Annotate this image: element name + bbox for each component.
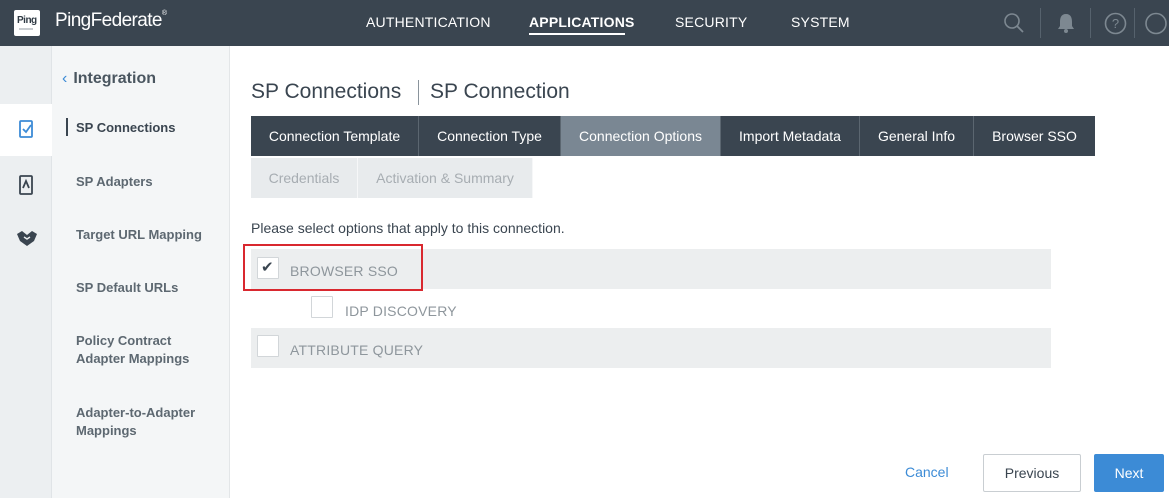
tab-browser-sso[interactable]: Browser SSO <box>974 116 1095 156</box>
nav-applications[interactable]: APPLICATIONS <box>529 14 635 30</box>
tab-connection-options[interactable]: Connection Options <box>561 116 721 156</box>
previous-button[interactable]: Previous <box>983 454 1081 492</box>
tab-import-metadata[interactable]: Import Metadata <box>721 116 860 156</box>
sidebar-item-target-url-mapping[interactable]: Target URL Mapping <box>76 226 226 244</box>
brand-mark: ® <box>161 10 167 17</box>
sidebar-active-indicator <box>66 118 68 136</box>
toolbar-divider <box>1134 8 1135 38</box>
highlight-box <box>243 244 423 291</box>
sidebar-item-sp-adapters[interactable]: SP Adapters <box>76 173 226 191</box>
sidebar-back-link[interactable]: ‹ Integration <box>62 70 156 88</box>
sidebar-item-policy-contract-adapter-mappings[interactable]: Policy Contract Adapter Mappings <box>76 332 206 368</box>
sidebar-item-adapter-to-adapter-mappings[interactable]: Adapter-to-Adapter Mappings <box>76 404 206 440</box>
nav-active-indicator <box>529 33 625 35</box>
user-icon[interactable] <box>1143 12 1169 40</box>
nav-system[interactable]: SYSTEM <box>791 14 850 30</box>
sidebar-item-sp-default-urls[interactable]: SP Default URLs <box>76 279 226 297</box>
tab-activation-summary: Activation & Summary <box>358 158 533 198</box>
tab-connection-type[interactable]: Connection Type <box>419 116 561 156</box>
breadcrumb-separator <box>418 80 419 105</box>
attribute-query-checkbox[interactable] <box>257 335 279 357</box>
sp-connection-icon[interactable] <box>16 119 36 144</box>
help-icon[interactable]: ? <box>1104 12 1127 40</box>
logo-underline <box>19 28 33 30</box>
nav-authentication[interactable]: AUTHENTICATION <box>366 14 491 30</box>
sp-adapter-icon[interactable] <box>16 174 36 201</box>
handshake-icon[interactable] <box>16 229 38 252</box>
chevron-left-icon: ‹ <box>62 70 68 87</box>
cancel-link[interactable]: Cancel <box>905 464 949 480</box>
tab-general-info[interactable]: General Info <box>860 116 974 156</box>
help-glyph: ? <box>1112 16 1119 31</box>
search-icon[interactable] <box>1003 12 1025 39</box>
sidebar-heading: Integration <box>73 70 156 87</box>
toolbar-divider <box>1040 8 1041 38</box>
idp-discovery-label[interactable]: IDP DISCOVERY <box>345 303 457 319</box>
brand-text: PingFederate <box>55 10 162 31</box>
breadcrumb-parent[interactable]: SP Connections <box>251 80 401 104</box>
nav-security[interactable]: SECURITY <box>675 14 747 30</box>
tab-connection-template[interactable]: Connection Template <box>251 116 419 156</box>
tab-credentials: Credentials <box>251 158 358 198</box>
sidebar-item-sp-connections[interactable]: SP Connections <box>76 119 226 137</box>
page-title: SP Connection <box>430 80 570 103</box>
top-bar: Ping PingFederate® AUTHENTICATION APPLIC… <box>0 0 1169 46</box>
ping-logo[interactable]: Ping <box>14 10 40 36</box>
bell-icon[interactable] <box>1056 12 1076 39</box>
idp-discovery-checkbox[interactable] <box>311 296 333 318</box>
attribute-query-label[interactable]: ATTRIBUTE QUERY <box>290 342 423 358</box>
brand-name: PingFederate® <box>55 10 167 32</box>
next-button[interactable]: Next <box>1094 454 1164 492</box>
instructions-text: Please select options that apply to this… <box>251 220 565 236</box>
toolbar-divider <box>1090 8 1091 38</box>
logo-text: Ping <box>17 15 37 26</box>
